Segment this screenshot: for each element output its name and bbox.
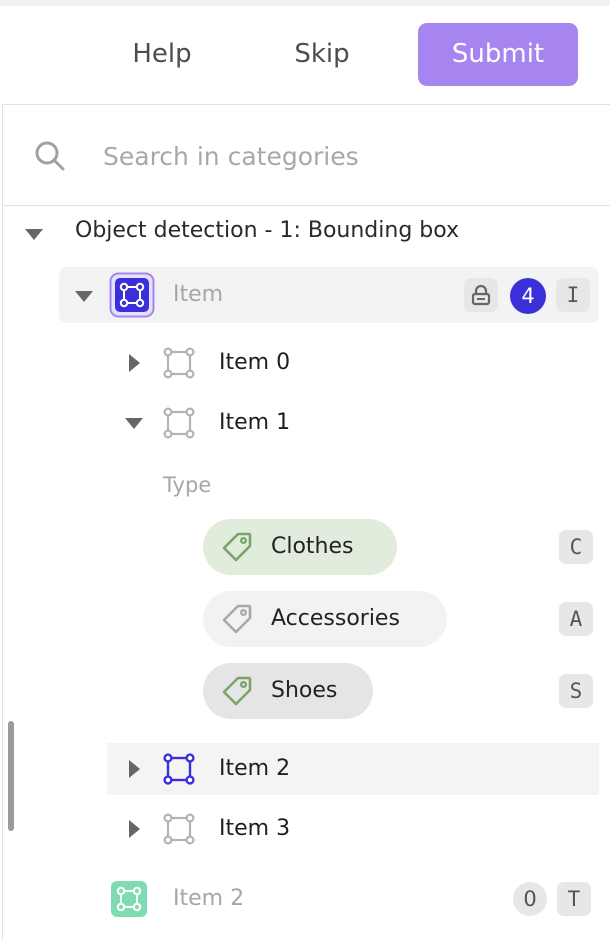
tree-item-label: Item 2: [219, 756, 291, 781]
option-chip-shoes[interactable]: Shoes: [203, 663, 373, 719]
option-label: Accessories: [271, 606, 400, 631]
header-toolbar: Help Skip Submit: [0, 6, 610, 104]
bounding-box-icon: [163, 813, 195, 845]
chevron-right-icon[interactable]: [123, 818, 145, 840]
skip-button[interactable]: Skip: [272, 23, 372, 86]
tag-icon: [222, 532, 252, 562]
bounding-box-icon: [163, 753, 195, 785]
tree-item-label: Item 3: [219, 816, 291, 841]
option-chip-accessories[interactable]: Accessories: [203, 591, 447, 647]
bounding-box-icon: [163, 347, 195, 379]
search-input[interactable]: [101, 133, 585, 179]
shortcut-key: I: [556, 278, 590, 312]
search-bar: [3, 105, 610, 206]
scrollbar[interactable]: [8, 721, 14, 831]
tree-item-row[interactable]: Item 2: [107, 743, 599, 795]
category-row[interactable]: Object detection - 1: Bounding box: [3, 205, 610, 261]
group-item-label: Item: [173, 282, 224, 307]
count-badge: 4: [510, 278, 546, 314]
option-chip-clothes[interactable]: Clothes: [203, 519, 397, 575]
shortcut-key: T: [557, 882, 591, 916]
tag-icon: [222, 604, 252, 634]
tree-item-row[interactable]: Item 3: [107, 803, 599, 855]
lock-icon: [471, 284, 491, 306]
attribute-label: Type: [163, 473, 212, 497]
shortcut-key: A: [559, 602, 593, 636]
chevron-down-icon[interactable]: [123, 412, 145, 434]
search-icon: [35, 141, 65, 171]
group-item-label: Item 2: [173, 886, 245, 911]
category-title: Object detection - 1: Bounding box: [75, 218, 460, 243]
chevron-down-icon[interactable]: [23, 223, 45, 245]
tree-item-label: Item 0: [219, 350, 291, 375]
group-item-row[interactable]: Item 4 I: [59, 267, 599, 323]
option-label: Shoes: [271, 678, 338, 703]
categories-panel: Object detection - 1: Bounding box Item …: [2, 104, 610, 941]
submit-button[interactable]: Submit: [418, 23, 578, 86]
chevron-right-icon[interactable]: [123, 758, 145, 780]
bounding-box-icon: [111, 881, 147, 917]
tree-item-label: Item 1: [219, 410, 291, 435]
lock-button[interactable]: [464, 278, 498, 312]
tree-item-row[interactable]: Item 1: [107, 397, 599, 449]
tag-icon: [222, 676, 252, 706]
bounding-box-icon: [163, 407, 195, 439]
tree-item-row[interactable]: Item 0: [107, 337, 599, 389]
group-item-row[interactable]: Item 2 0 T: [59, 871, 599, 927]
shortcut-key: S: [559, 674, 593, 708]
count-badge: 0: [513, 882, 547, 916]
option-label: Clothes: [271, 534, 354, 559]
bounding-box-icon: [109, 272, 155, 318]
shortcut-key: C: [559, 530, 593, 564]
help-button[interactable]: Help: [112, 23, 212, 86]
chevron-down-icon[interactable]: [73, 285, 95, 307]
chevron-right-icon[interactable]: [123, 352, 145, 374]
